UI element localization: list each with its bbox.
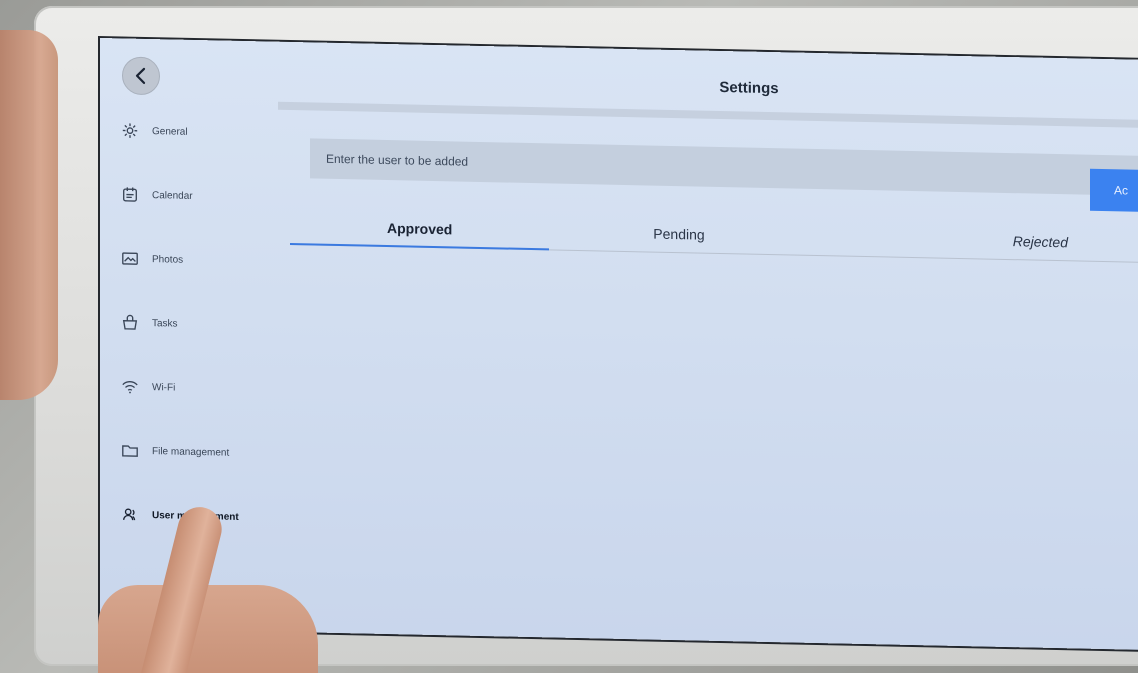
user-status-tabs: Approved Pending Rejected (290, 209, 1138, 263)
page-title: Settings (719, 78, 779, 98)
photo-icon (120, 248, 140, 268)
sidebar-item-photos[interactable]: Photos (120, 248, 290, 272)
sidebar-item-label: Wi-Fi (152, 381, 176, 394)
users-icon (120, 504, 140, 524)
sidebar: General Calendar Photos Tasks Wi-Fi File… (120, 120, 290, 572)
add-user-row (310, 138, 1138, 196)
basket-icon (120, 312, 140, 332)
sidebar-item-label: Calendar (152, 189, 193, 202)
sidebar-item-label: File management (152, 445, 230, 459)
header-divider (278, 101, 1138, 128)
add-user-input[interactable] (324, 150, 928, 180)
sidebar-item-calendar[interactable]: Calendar (120, 184, 290, 208)
gear-icon (120, 120, 140, 140)
device-screen: Settings General Calendar Photos Tasks W… (100, 38, 1138, 650)
wifi-icon (120, 376, 140, 396)
sidebar-item-label: General (152, 125, 188, 138)
left-hand (0, 30, 58, 400)
photo-scene: Settings General Calendar Photos Tasks W… (0, 0, 1138, 673)
right-hand (98, 585, 318, 673)
add-user-button[interactable]: Ac (1090, 168, 1138, 212)
calendar-icon (120, 184, 140, 204)
tab-pending[interactable]: Pending (549, 215, 808, 254)
tab-approved[interactable]: Approved (290, 210, 549, 249)
folder-icon (120, 440, 140, 460)
sidebar-item-label: Photos (152, 253, 184, 266)
sidebar-item-general[interactable]: General (120, 120, 290, 144)
sidebar-item-wifi[interactable]: Wi-Fi (120, 376, 290, 400)
sidebar-item-label: Tasks (152, 317, 178, 330)
sidebar-item-file-management[interactable]: File management (120, 440, 290, 464)
sidebar-item-tasks[interactable]: Tasks (120, 312, 290, 336)
tab-rejected[interactable]: Rejected (809, 221, 1138, 262)
